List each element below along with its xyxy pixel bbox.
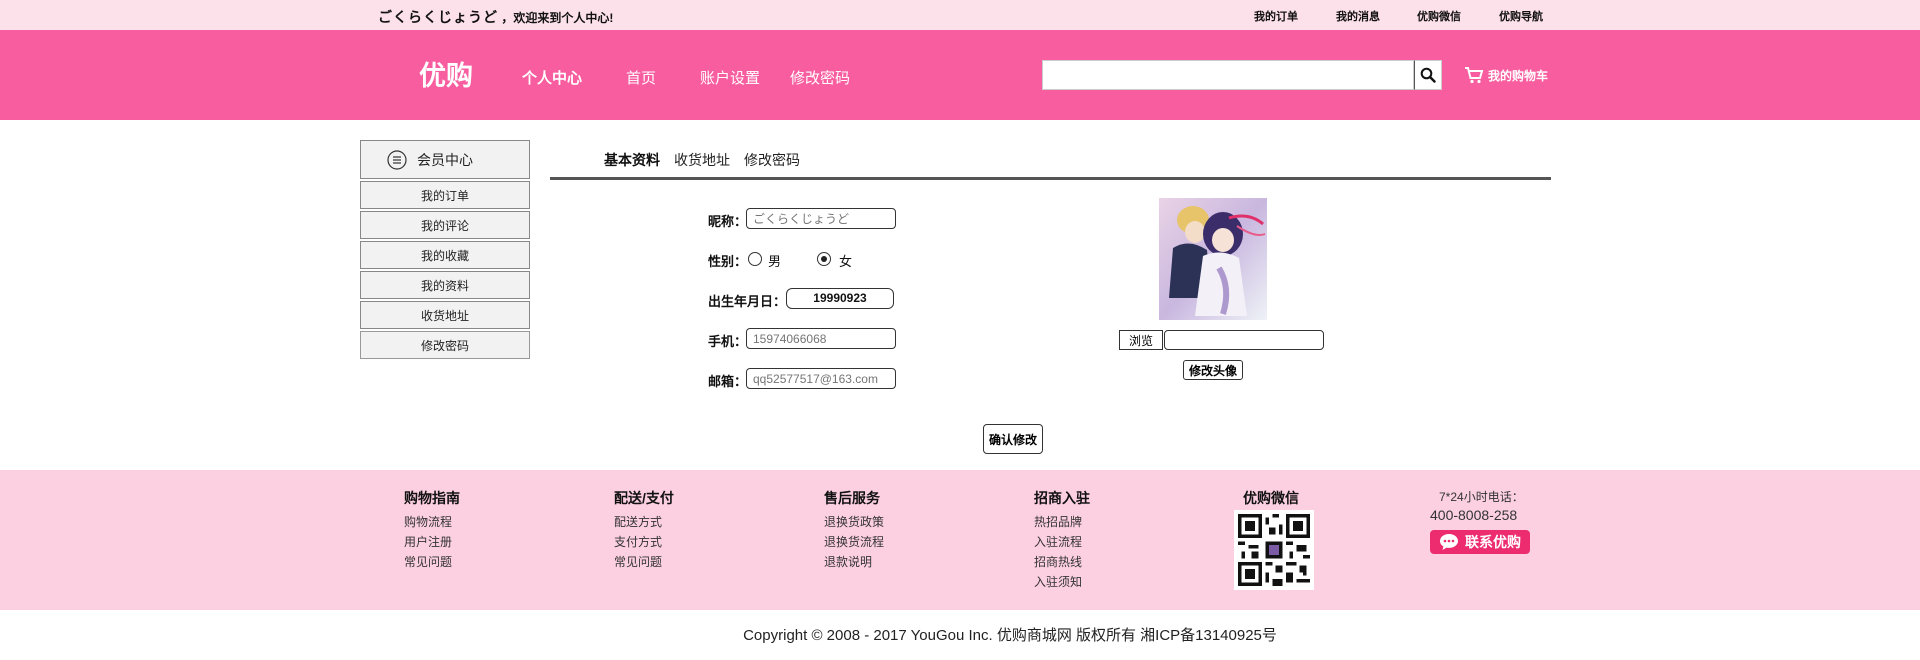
- birthday-label: 出生年月日：: [708, 294, 787, 309]
- cart-link[interactable]: 我的购物车: [1464, 66, 1548, 84]
- welcome-message: ごくらくじょうど ，欢迎来到个人中心!: [378, 7, 613, 27]
- footer-link[interactable]: 入驻流程: [1034, 532, 1090, 552]
- footer-column-shopping-guide: 购物指南 购物流程 用户注册 常见问题: [404, 488, 460, 572]
- search-button[interactable]: [1414, 60, 1442, 90]
- footer-link[interactable]: 常见问题: [614, 552, 674, 572]
- footer-link[interactable]: 支付方式: [614, 532, 674, 552]
- top-link-navigation[interactable]: 优购导航: [1499, 8, 1543, 24]
- phone-field[interactable]: [746, 328, 896, 349]
- footer-link[interactable]: 用户注册: [404, 532, 460, 552]
- footer-column-delivery-payment: 配送/支付 配送方式 支付方式 常见问题: [614, 488, 674, 572]
- browse-button[interactable]: 浏览: [1119, 330, 1163, 350]
- footer-link[interactable]: 常见问题: [404, 552, 460, 572]
- footer-link[interactable]: 退换货政策: [824, 512, 884, 532]
- wechat-qr-code: [1234, 510, 1314, 590]
- member-center-title: 会员中心: [417, 151, 473, 168]
- phone-label: 手机：: [708, 334, 748, 349]
- footer-link[interactable]: 入驻须知: [1034, 572, 1090, 592]
- tab-basic-info[interactable]: 基本资料: [604, 150, 660, 170]
- sidebar-item-my-favorites[interactable]: 我的收藏: [360, 241, 530, 269]
- gender-label: 性别：: [708, 254, 748, 269]
- footer: 购物指南 购物流程 用户注册 常见问题 配送/支付 配送方式 支付方式 常见问题…: [0, 470, 1920, 610]
- avatar: [1159, 198, 1267, 320]
- menu-icon: [387, 149, 407, 170]
- search-icon: [1420, 67, 1436, 83]
- header: 优购 个人中心 首页 账户设置 修改密码 我的购物车: [0, 30, 1920, 120]
- nav-change-password[interactable]: 修改密码: [790, 67, 850, 88]
- wechat-title: 优购微信: [1243, 490, 1299, 506]
- contact-us-button[interactable]: 联系优购: [1430, 530, 1530, 554]
- birthday-field[interactable]: 19990923: [786, 288, 894, 309]
- footer-column-merchants: 招商入驻 热招品牌 入驻流程 招商热线 入驻须知: [1034, 488, 1090, 592]
- nav-personal-center[interactable]: 个人中心: [522, 67, 582, 88]
- top-link-my-messages[interactable]: 我的消息: [1336, 8, 1380, 24]
- member-sidebar: 会员中心 我的订单 我的评论 我的收藏 我的资料 收货地址 修改密码: [360, 140, 530, 359]
- sidebar-item-change-password[interactable]: 修改密码: [360, 331, 530, 359]
- top-bar: ごくらくじょうど ，欢迎来到个人中心! 我的订单 我的消息 优购微信 优购导航: [0, 0, 1920, 30]
- gender-option-male: 男: [768, 254, 782, 269]
- gender-radio-female[interactable]: [817, 252, 831, 266]
- email-label: 邮箱：: [708, 374, 748, 389]
- footer-link[interactable]: 购物流程: [404, 512, 460, 532]
- cart-icon: [1465, 67, 1484, 84]
- top-link-wechat[interactable]: 优购微信: [1417, 8, 1461, 24]
- sidebar-item-my-profile[interactable]: 我的资料: [360, 271, 530, 299]
- contact-us-label: 联系优购: [1465, 534, 1521, 550]
- sidebar-item-my-orders[interactable]: 我的订单: [360, 181, 530, 209]
- sidebar-item-shipping-address[interactable]: 收货地址: [360, 301, 530, 329]
- nav-account-settings[interactable]: 账户设置: [700, 67, 760, 88]
- nav-home[interactable]: 首页: [626, 67, 656, 88]
- profile-tabs: 基本资料 收货地址 修改密码: [604, 150, 800, 170]
- gender-option-female: 女: [839, 254, 853, 269]
- footer-link[interactable]: 退换货流程: [824, 532, 884, 552]
- change-avatar-button[interactable]: 修改头像: [1183, 360, 1243, 380]
- avatar-image: [1159, 198, 1267, 320]
- nickname-field[interactable]: [746, 208, 896, 229]
- footer-link[interactable]: 招商热线: [1034, 552, 1090, 572]
- search-input[interactable]: [1042, 60, 1414, 90]
- copyright: Copyright © 2008 - 2017 YouGou Inc. 优购商城…: [743, 627, 1277, 644]
- email-field[interactable]: [746, 368, 896, 389]
- sidebar-item-my-reviews[interactable]: 我的评论: [360, 211, 530, 239]
- top-link-my-orders[interactable]: 我的订单: [1254, 8, 1298, 24]
- tab-change-password[interactable]: 修改密码: [744, 150, 800, 170]
- hotline-label: 7*24小时电话：: [1439, 490, 1524, 504]
- footer-link[interactable]: 配送方式: [614, 512, 674, 532]
- footer-link[interactable]: 热招品牌: [1034, 512, 1090, 532]
- footer-link[interactable]: 退款说明: [824, 552, 884, 572]
- cart-label: 我的购物车: [1488, 68, 1549, 83]
- footer-column-after-sales: 售后服务 退换货政策 退换货流程 退款说明: [824, 488, 884, 572]
- file-name-field[interactable]: [1164, 330, 1324, 350]
- nickname-label: 昵称：: [708, 214, 748, 229]
- footer-column-title: 售后服务: [824, 490, 880, 506]
- member-center-header: 会员中心: [360, 140, 530, 179]
- tab-divider: [550, 177, 1551, 180]
- chat-bubble-icon: [1440, 534, 1458, 550]
- gender-radio-male[interactable]: [748, 252, 762, 266]
- welcome-text: ，欢迎来到个人中心!: [501, 11, 614, 25]
- confirm-button[interactable]: 确认修改: [983, 424, 1043, 454]
- hotline-number: 400-8008-258: [1430, 507, 1518, 523]
- username: ごくらくじょうど: [378, 9, 498, 25]
- logo[interactable]: 优购: [419, 54, 473, 93]
- footer-column-title: 招商入驻: [1034, 490, 1090, 506]
- footer-column-title: 配送/支付: [614, 490, 674, 506]
- tab-shipping-address[interactable]: 收货地址: [674, 150, 730, 170]
- footer-column-title: 购物指南: [404, 490, 460, 506]
